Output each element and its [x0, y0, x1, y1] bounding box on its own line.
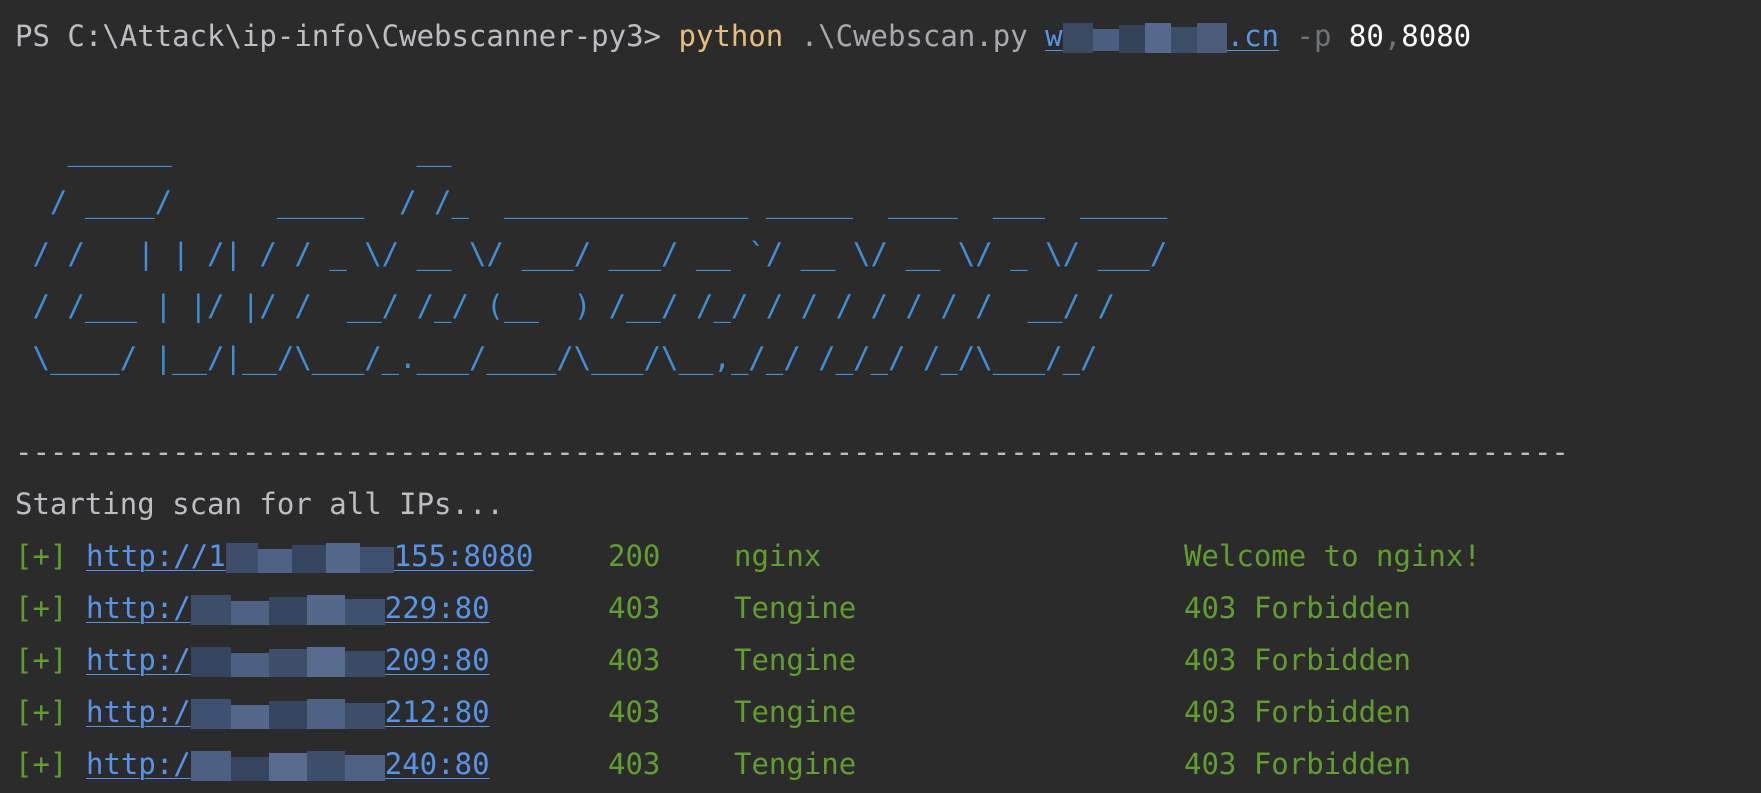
command-script: .\Cwebscan.py [800, 19, 1028, 53]
result-status-code: 403 [608, 643, 661, 677]
result-marker: [+] [15, 747, 68, 781]
redacted-ip-mosaic [190, 749, 385, 783]
result-url-link[interactable]: http:/240:80 [86, 744, 490, 784]
result-title: 403 Forbidden [1184, 591, 1411, 625]
shell-prompt: PS C:\Attack\ip-info\Cwebscanner-py3> [15, 19, 662, 53]
command-line: PS C:\Attack\ip-info\Cwebscanner-py3> py… [15, 16, 1471, 56]
port-flag: -p [1296, 19, 1332, 53]
divider-line: ----------------------------------------… [15, 435, 1569, 469]
redacted-ip-mosaic [190, 645, 385, 679]
result-url-link[interactable]: http://1 155:8080 [86, 536, 533, 576]
result-title: Welcome to nginx! [1184, 539, 1481, 573]
result-server: Tengine [734, 591, 857, 625]
result-marker: [+] [15, 591, 68, 625]
result-server: Tengine [734, 695, 857, 729]
result-status-code: 403 [608, 695, 661, 729]
status-text: Starting scan for all IPs... [15, 487, 504, 521]
banner-line-1: ______ __ [15, 133, 452, 167]
port-value-2: 8080 [1401, 19, 1472, 53]
result-url-link[interactable]: http:/229:80 [86, 588, 490, 628]
result-status-code: 403 [608, 747, 661, 781]
result-marker: [+] [15, 539, 68, 573]
banner-line-4: / /___ | |/ |/ / __/ /_/ (__ ) /__/ /_/ … [15, 289, 1115, 323]
result-status-code: 200 [608, 539, 661, 573]
port-value-1: 80 [1348, 19, 1384, 53]
result-server: Tengine [734, 747, 857, 781]
result-title: 403 Forbidden [1184, 747, 1411, 781]
port-separator: , [1383, 19, 1402, 53]
result-title: 403 Forbidden [1184, 695, 1411, 729]
result-url-link[interactable]: http:/209:80 [86, 640, 490, 680]
result-title: 403 Forbidden [1184, 643, 1411, 677]
redacted-ip-mosaic [190, 593, 385, 627]
banner-line-2: / ____/ _____ / /_ ______________ _____ … [15, 185, 1168, 219]
result-url-link[interactable]: http:/212:80 [86, 692, 490, 732]
banner-line-3: / / | | /| / / _ \/ __ \/ ___/ ___/ __ `… [15, 237, 1168, 271]
command-program: python [678, 19, 784, 53]
target-domain-suffix: .cn [1226, 19, 1280, 53]
target-domain-prefix: w [1045, 19, 1063, 53]
target-domain-link[interactable]: w .cn [1045, 19, 1279, 53]
result-status-code: 403 [608, 591, 661, 625]
result-marker: [+] [15, 695, 68, 729]
result-server: Tengine [734, 643, 857, 677]
result-server: nginx [734, 539, 822, 573]
redacted-ip-mosaic [190, 697, 385, 731]
banner-line-5: \____/ |__/|__/\___/_.___/____/\___/\__,… [15, 341, 1098, 375]
result-marker: [+] [15, 643, 68, 677]
terminal-window: PS C:\Attack\ip-info\Cwebscanner-py3> py… [0, 0, 1761, 793]
redacted-domain-mosaic [1062, 21, 1227, 55]
redacted-ip-mosaic [225, 541, 394, 575]
